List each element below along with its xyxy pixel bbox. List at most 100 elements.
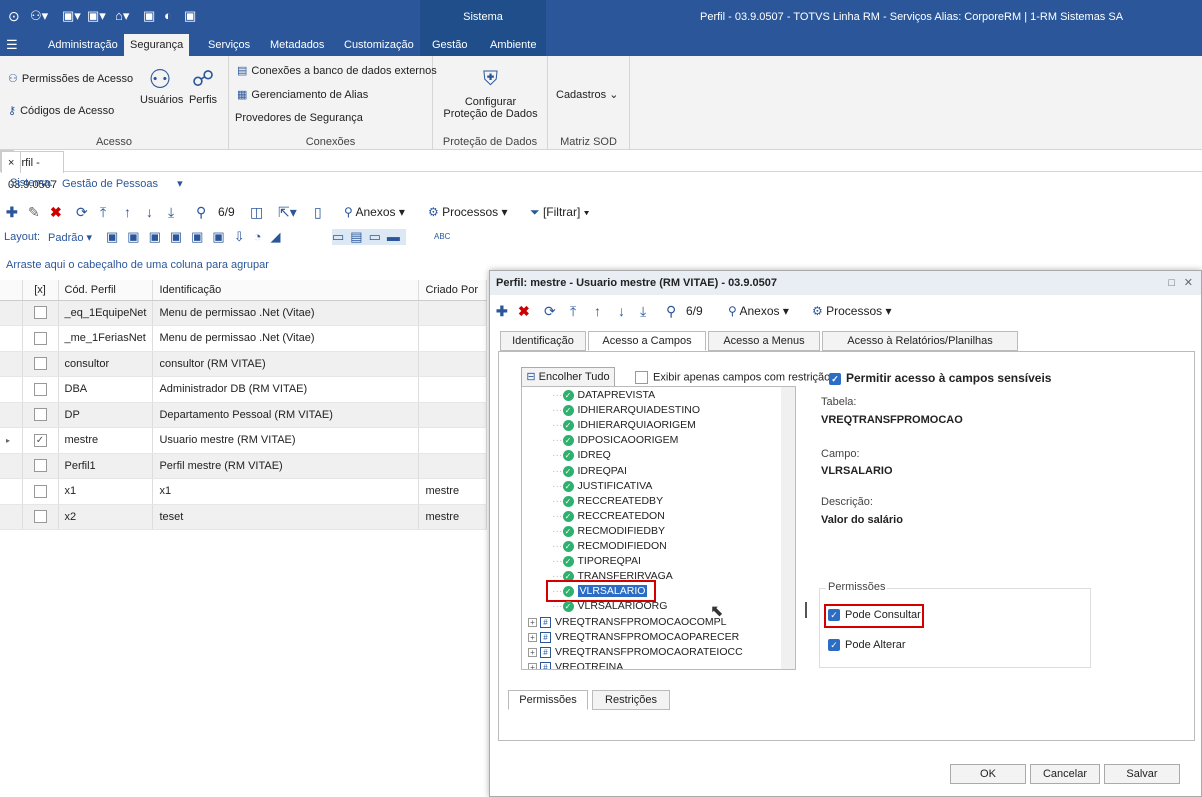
table-row[interactable]: ▸ ✓ mestre Usuario mestre (RM VITAE) bbox=[0, 427, 487, 454]
tree-field-item[interactable]: ··· ✓ IDHIERARQUIADESTINO bbox=[552, 403, 700, 418]
tree-field-item[interactable]: ··· ✓ IDHIERARQUIAORIGEM bbox=[552, 418, 696, 433]
previous-record-icon[interactable]: ↑ bbox=[124, 198, 131, 226]
layout-select[interactable]: Padrão ▾ bbox=[48, 231, 92, 244]
quick-access-icon[interactable]: ▣▾ bbox=[62, 8, 81, 24]
app-icon[interactable]: ⊙ bbox=[8, 8, 20, 24]
delete-icon[interactable]: ✖ bbox=[50, 198, 62, 226]
menu-customizacao[interactable]: Customização bbox=[338, 34, 420, 56]
tree-field-item[interactable]: ··· ✓ TIPOREQPAI bbox=[552, 554, 641, 569]
home-icon[interactable]: ⌂▾ bbox=[115, 8, 129, 24]
quick-access-icon[interactable]: ⚇▾ bbox=[30, 8, 48, 24]
tree-table-item[interactable]: + # VREQTREINA bbox=[528, 660, 623, 669]
document-icon[interactable]: ▯ bbox=[314, 198, 322, 226]
tab-acesso-relatorios[interactable]: Acesso à Relatórios/Planilhas bbox=[822, 331, 1018, 351]
anexos-dropdown[interactable]: ⚲ Anexos ▾ bbox=[728, 297, 789, 325]
tree-table-item[interactable]: + # VREQTRANSFPROMOCAORATEIOCC bbox=[528, 645, 743, 660]
tree-field-item[interactable]: ··· ✓ VLRSALARIOORG bbox=[552, 599, 667, 614]
menu-gestao[interactable]: Gestão bbox=[426, 34, 473, 56]
pode-alterar-checkbox[interactable]: ✓ Pode Alterar bbox=[828, 639, 906, 652]
menu-administracao[interactable]: Administração bbox=[42, 34, 124, 56]
view-mode-icon[interactable]: ▭▤▭▬ bbox=[332, 229, 406, 245]
maximize-icon[interactable]: □ bbox=[1168, 271, 1175, 295]
menu-ambiente[interactable]: Ambiente bbox=[484, 34, 542, 56]
edit-icon[interactable]: ✎ bbox=[28, 198, 40, 226]
tree-field-item[interactable]: ··· ✓ RECMODIFIEDBY bbox=[552, 524, 665, 539]
row-checkbox[interactable] bbox=[22, 351, 59, 377]
close-icon[interactable]: ✕ bbox=[1184, 271, 1193, 295]
processos-dropdown[interactable]: ⚙ Processos ▾ bbox=[428, 198, 508, 226]
tab-acesso-menus[interactable]: Acesso a Menus bbox=[708, 331, 820, 351]
tab-restricoes[interactable]: Restrições bbox=[592, 690, 670, 710]
conexoes-bd-button[interactable]: ▤ Conexões a banco de dados externos bbox=[237, 64, 437, 77]
tree-field-item[interactable]: ··· ✓ IDPOSICAOORIGEM bbox=[552, 433, 678, 448]
tree-field-item[interactable]: ··· ✓ DATAPREVISTA bbox=[552, 388, 655, 403]
tab-identificacao[interactable]: Identificação bbox=[500, 331, 586, 351]
row-checkbox[interactable] bbox=[22, 300, 59, 326]
group-by-area[interactable]: Arraste aqui o cabeçalho de uma coluna p… bbox=[0, 252, 490, 278]
column-header-criado[interactable]: Criado Por bbox=[418, 280, 487, 301]
menu-metadados[interactable]: Metadados bbox=[264, 34, 330, 56]
table-row[interactable]: DBA Administrador DB (RM VITAE) bbox=[0, 376, 487, 403]
quick-access-icon[interactable]: ▣ bbox=[184, 8, 196, 24]
gerenciamento-alias-button[interactable]: ▦ Gerenciamento de Alias bbox=[237, 88, 368, 101]
previous-record-icon[interactable]: ↑ bbox=[594, 297, 601, 325]
encolher-tudo-button[interactable]: ⊟ Encolher Tudo bbox=[521, 367, 615, 387]
table-row[interactable]: consultor consultor (RM VITAE) bbox=[0, 351, 487, 377]
last-record-icon[interactable]: ⤓ bbox=[168, 198, 174, 226]
document-tab[interactable]: Perfil - 03.9.0507 × bbox=[0, 150, 64, 191]
tree-field-item[interactable]: ··· ✓ RECCREATEDBY bbox=[552, 494, 663, 509]
app-menu-icon[interactable]: ☰ bbox=[0, 34, 24, 56]
quick-access-icon[interactable]: ▣ bbox=[143, 8, 155, 24]
save-button[interactable]: Salvar bbox=[1104, 764, 1180, 784]
tree-field-item[interactable]: ··· ✓ IDREQ bbox=[552, 448, 611, 463]
expand-icon[interactable]: + bbox=[528, 662, 537, 669]
search-icon[interactable]: ⚲ bbox=[666, 297, 676, 325]
menu-servicos[interactable]: Serviços bbox=[202, 34, 256, 56]
table-row[interactable]: DP Departamento Pessoal (RM VITAE) bbox=[0, 402, 487, 428]
add-icon[interactable]: ✚ bbox=[496, 297, 508, 325]
filtrar-dropdown[interactable]: ⏷ [Filtrar] ▾ bbox=[530, 198, 590, 226]
cadastros-dropdown[interactable]: Cadastros ⌄ bbox=[556, 88, 618, 101]
next-record-icon[interactable]: ↓ bbox=[146, 198, 153, 226]
search-icon[interactable]: ⚲ bbox=[196, 198, 206, 226]
columns-icon[interactable]: ◫ bbox=[250, 198, 263, 226]
column-header-check[interactable]: [x] bbox=[22, 280, 59, 301]
row-checkbox[interactable] bbox=[22, 402, 59, 428]
refresh-icon[interactable]: ⟳ bbox=[76, 198, 88, 226]
row-checkbox[interactable] bbox=[22, 376, 59, 403]
quick-access-icon[interactable]: ▣▾ bbox=[87, 8, 106, 24]
table-row[interactable]: _eq_1EquipeNet Menu de permissao .Net (Vi… bbox=[0, 300, 487, 326]
add-icon[interactable]: ✚ bbox=[6, 198, 18, 226]
expand-icon[interactable]: + bbox=[528, 617, 537, 627]
expand-icon[interactable]: + bbox=[528, 647, 537, 657]
close-icon[interactable]: × bbox=[1, 151, 22, 173]
tree-table-item[interactable]: + # VREQTRANSFPROMOCAOCOMPL bbox=[528, 615, 727, 630]
tab-permissoes[interactable]: Permissões bbox=[508, 690, 588, 710]
tree-field-item[interactable]: ··· ✓ JUSTIFICATIVA bbox=[552, 479, 652, 494]
table-row[interactable]: Perfil1 Perfil mestre (RM VITAE) bbox=[0, 453, 487, 479]
first-record-icon[interactable]: ⤒ bbox=[570, 297, 576, 325]
table-row[interactable]: _me_1FeriasNet Menu de permissao .Net (Vi… bbox=[0, 325, 487, 352]
ok-button[interactable]: OK bbox=[950, 764, 1026, 784]
row-checkbox[interactable] bbox=[22, 478, 59, 505]
permissoes-acesso-button[interactable]: ⚇ Permissões de Acesso bbox=[8, 72, 133, 85]
usuarios-button[interactable]: ⚇ Usuários bbox=[140, 64, 183, 106]
menu-seguranca[interactable]: Segurança bbox=[124, 34, 190, 56]
export-icon[interactable]: ⇱▾ bbox=[278, 198, 297, 226]
fields-tree[interactable]: ··· ✓ DATAPREVISTA ··· ✓ IDHIERARQUIADESTINO ·… bbox=[521, 386, 796, 670]
delete-icon[interactable]: ✖ bbox=[518, 297, 530, 325]
next-record-icon[interactable]: ↓ bbox=[618, 297, 625, 325]
column-header-cod[interactable]: Cód. Perfil bbox=[58, 280, 154, 301]
tree-table-item[interactable]: + # VREQTRANSFPROMOCAOPARECER bbox=[528, 630, 739, 645]
abc-icon[interactable]: ABC bbox=[434, 232, 450, 241]
first-record-icon[interactable]: ⤒ bbox=[100, 198, 106, 226]
table-row[interactable]: x1 x1 mestre bbox=[0, 478, 487, 505]
row-checkbox[interactable]: ✓ bbox=[22, 427, 59, 454]
tree-field-item[interactable]: ··· ✓ IDREQPAI bbox=[552, 464, 627, 479]
perfis-button[interactable]: ☍ Perfis bbox=[188, 64, 218, 106]
column-header-ident[interactable]: Identificação bbox=[152, 280, 420, 301]
row-checkbox[interactable] bbox=[22, 453, 59, 479]
tree-scrollbar[interactable] bbox=[781, 387, 795, 669]
permitir-sensiveis-checkbox[interactable]: ✓ Permitir acesso à campos sensíveis bbox=[829, 371, 1051, 385]
tab-acesso-campos[interactable]: Acesso a Campos bbox=[588, 331, 706, 351]
